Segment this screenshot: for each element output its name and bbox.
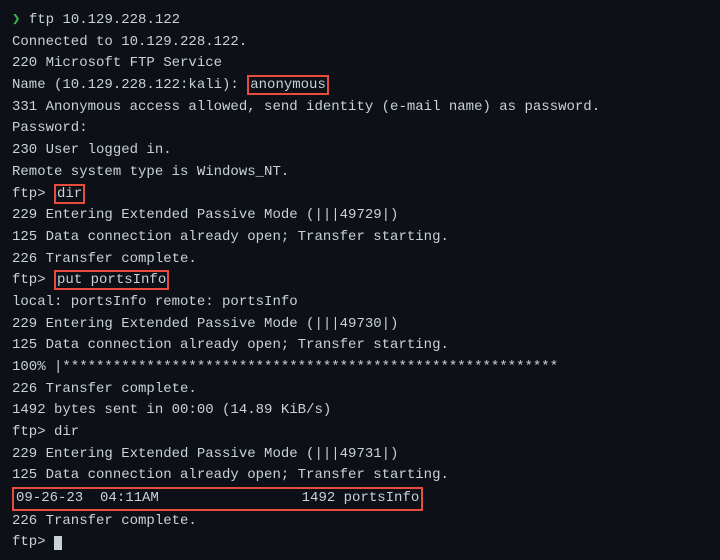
terminal-line: 125 Data connection already open; Transf… [12, 465, 708, 487]
output-text: 230 User logged in. [12, 142, 172, 158]
terminal-line: 125 Data connection already open; Transf… [12, 335, 708, 357]
terminal-line: local: portsInfo remote: portsInfo [12, 292, 708, 314]
terminal-line: 226 Transfer complete. [12, 379, 708, 401]
progress-text: 100% |**********************************… [12, 359, 558, 375]
output-text: Name (10.129.228.122:kali): [12, 77, 247, 93]
dir-entry-highlight: 09-26-23 04:11AM 1492 portsInfo [12, 487, 423, 511]
terminal-line: 229 Entering Extended Passive Mode (|||4… [12, 444, 708, 466]
terminal-line: 331 Anonymous access allowed, send ident… [12, 97, 708, 119]
ftp-prompt: ftp> [12, 534, 54, 550]
output-text: 125 Data connection already open; Transf… [12, 229, 449, 245]
terminal-line: ftp> [12, 532, 708, 554]
command-text: ftp 10.129.228.122 [20, 12, 180, 28]
output-text: 125 Data connection already open; Transf… [12, 467, 449, 483]
cursor [54, 536, 62, 550]
ftp-prompt: ftp> [12, 186, 54, 202]
output-text: 229 Entering Extended Passive Mode (|||4… [12, 446, 398, 462]
terminal-line: Password: [12, 118, 708, 140]
terminal-line: ftp> dir [12, 422, 708, 444]
output-text: 125 Data connection already open; Transf… [12, 337, 449, 353]
output-text: Password: [12, 120, 88, 136]
output-text: Connected to 10.129.228.122. [12, 34, 247, 50]
terminal-line: ftp> put portsInfo [12, 270, 708, 292]
output-text: 229 Entering Extended Passive Mode (|||4… [12, 207, 398, 223]
ftp-prompt: ftp> dir [12, 424, 79, 440]
terminal-line: 226 Transfer complete. [12, 249, 708, 271]
anonymous-highlight: anonymous [247, 75, 329, 95]
output-text: 1492 bytes sent in 00:00 (14.89 KiB/s) [12, 402, 331, 418]
terminal-line: 125 Data connection already open; Transf… [12, 227, 708, 249]
terminal-line: Connected to 10.129.228.122. [12, 32, 708, 54]
terminal-line: ftp> dir [12, 184, 708, 206]
terminal-line: 220 Microsoft FTP Service [12, 53, 708, 75]
ftp-prompt: ftp> [12, 272, 54, 288]
output-text: 226 Transfer complete. [12, 513, 197, 529]
terminal-line: ❯ ftp 10.129.228.122 [12, 10, 708, 32]
terminal-line: 229 Entering Extended Passive Mode (|||4… [12, 314, 708, 336]
terminal-line: 229 Entering Extended Passive Mode (|||4… [12, 205, 708, 227]
output-text: 226 Transfer complete. [12, 251, 197, 267]
output-text: Remote system type is Windows_NT. [12, 164, 289, 180]
output-text: 226 Transfer complete. [12, 381, 197, 397]
output-text: 220 Microsoft FTP Service [12, 55, 222, 71]
output-text: 229 Entering Extended Passive Mode (|||4… [12, 316, 398, 332]
command-highlight: dir [54, 184, 85, 204]
terminal-line: 230 User logged in. [12, 140, 708, 162]
terminal-line: 1492 bytes sent in 00:00 (14.89 KiB/s) [12, 400, 708, 422]
output-text: local: portsInfo remote: portsInfo [12, 294, 298, 310]
terminal-line: 226 Transfer complete. [12, 511, 708, 533]
terminal-window: ❯ ftp 10.129.228.122 Connected to 10.129… [0, 0, 720, 560]
terminal-line: Name (10.129.228.122:kali): anonymous [12, 75, 708, 97]
output-text: 331 Anonymous access allowed, send ident… [12, 99, 600, 115]
terminal-line: 09-26-23 04:11AM 1492 portsInfo [12, 487, 708, 511]
terminal-line: Remote system type is Windows_NT. [12, 162, 708, 184]
command-highlight: put portsInfo [54, 270, 169, 290]
progress-line: 100% |**********************************… [12, 357, 708, 379]
